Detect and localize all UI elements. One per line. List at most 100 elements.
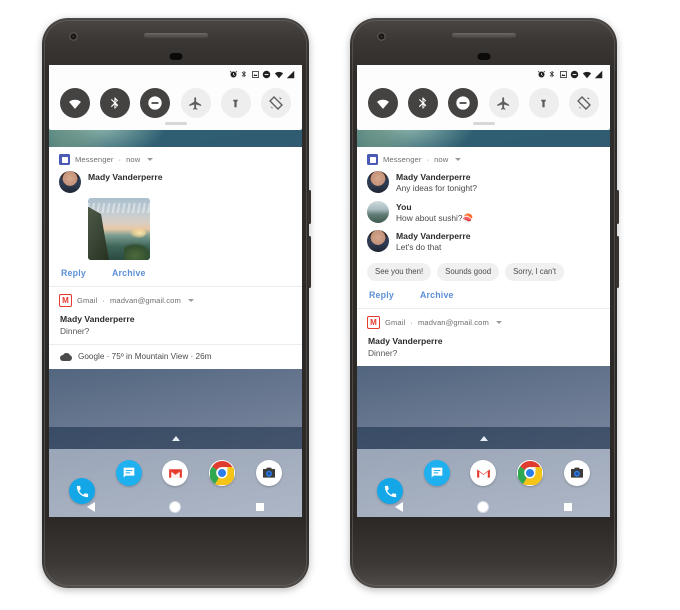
wifi-icon: [274, 71, 283, 78]
do-not-disturb-icon: [262, 70, 271, 78]
reply-button[interactable]: Reply: [61, 268, 86, 278]
chevron-down-icon[interactable]: [187, 299, 194, 302]
signal-icon: [286, 70, 295, 78]
chevron-down-icon[interactable]: [495, 320, 502, 324]
phone-left: Messenger · now Mady Vanderperre Reply A…: [42, 18, 311, 588]
notification-messenger[interactable]: Messenger · now Mady Vanderperre Reply A…: [49, 147, 302, 286]
shade-collapse-area[interactable]: [49, 427, 302, 449]
bluetooth-icon: [549, 70, 554, 77]
home-screen: [49, 427, 302, 517]
qs-tile-auto-rotate[interactable]: [260, 88, 291, 118]
message-row: Mady Vanderperre Any ideas for tonight?: [357, 168, 610, 198]
chrome-app-icon[interactable]: [209, 460, 236, 486]
status-bar: [357, 65, 610, 83]
power-button[interactable]: [616, 190, 619, 224]
app-dock: [357, 449, 610, 504]
notification-messenger[interactable]: Messenger · now Mady Vanderperre Any ide…: [357, 147, 610, 308]
front-camera-icon: [69, 32, 78, 41]
qs-tile-wifi[interactable]: [60, 88, 90, 118]
smart-reply-chip[interactable]: Sorry, I can't: [505, 262, 565, 281]
smart-reply-chip[interactable]: Sounds good: [437, 262, 500, 281]
status-bar: [49, 65, 302, 83]
qs-tile-airplane[interactable]: [488, 88, 519, 118]
volume-button[interactable]: [616, 236, 619, 288]
qs-tile-bluetooth[interactable]: [408, 88, 439, 118]
earpiece-speaker: [143, 33, 208, 38]
message-sender: Mady Vanderperre: [396, 172, 471, 182]
recents-button[interactable]: [256, 503, 265, 511]
gmail-app-icon[interactable]: [470, 460, 497, 486]
notification-shade-right: Messenger · now Mady Vanderperre Any ide…: [357, 147, 610, 366]
qs-tile-wifi[interactable]: [368, 88, 398, 118]
do-not-disturb-icon: [456, 96, 471, 110]
camera-app-icon[interactable]: [563, 460, 590, 486]
quick-settings-tiles: [357, 83, 610, 122]
messages-app-icon[interactable]: [423, 460, 450, 486]
flashlight-icon: [541, 99, 546, 107]
qs-tile-do-not-disturb[interactable]: [448, 88, 479, 118]
notification-app-name: Messenger: [75, 155, 114, 164]
notification-account: madvan@gmail.com: [109, 296, 181, 305]
home-button[interactable]: [170, 502, 181, 512]
quick-settings-panel: [49, 65, 302, 130]
signal-icon: [594, 70, 603, 78]
earpiece-speaker: [451, 33, 516, 38]
shade-drag-handle[interactable]: [164, 122, 187, 125]
notification-title: Mady Vanderperre: [368, 335, 443, 346]
quick-settings-panel: [357, 65, 610, 130]
qs-tile-do-not-disturb[interactable]: [140, 88, 171, 118]
reply-button[interactable]: Reply: [369, 290, 394, 300]
qs-tile-airplane[interactable]: [180, 88, 211, 118]
message-row: Mady Vanderperre: [49, 168, 302, 196]
do-not-disturb-icon: [570, 70, 579, 78]
notification-separator: ·: [102, 296, 105, 305]
messages-app-icon[interactable]: [115, 460, 142, 486]
notification-gmail[interactable]: Gmail · madvan@gmail.com Mady Vanderperr…: [49, 286, 302, 344]
shade-drag-handle[interactable]: [472, 122, 495, 125]
volume-button[interactable]: [308, 236, 311, 288]
power-button[interactable]: [308, 190, 311, 224]
home-button[interactable]: [478, 502, 489, 512]
qs-tile-bluetooth[interactable]: [100, 88, 131, 118]
wifi-icon: [377, 99, 389, 109]
message-sender: Mady Vanderperre: [396, 231, 471, 241]
avatar: [367, 230, 389, 252]
messenger-app-icon: [367, 154, 378, 165]
gmail-app-icon[interactable]: [162, 460, 189, 486]
smart-reply-chip[interactable]: See you then!: [367, 262, 432, 281]
gmail-app-icon: [367, 315, 380, 329]
screenshot-canvas: Messenger · now Mady Vanderperre Reply A…: [0, 0, 680, 610]
notification-separator: ·: [426, 155, 430, 164]
proximity-sensor: [169, 53, 182, 60]
chevron-down-icon[interactable]: [147, 158, 154, 161]
back-button[interactable]: [86, 502, 95, 512]
shade-collapse-area[interactable]: [357, 427, 610, 449]
archive-button[interactable]: Archive: [112, 268, 146, 278]
notification-separator: ·: [410, 317, 413, 327]
qs-tile-flashlight[interactable]: [220, 88, 251, 118]
notification-account: madvan@gmail.com: [417, 317, 489, 327]
bluetooth-icon: [111, 96, 119, 109]
qs-tile-auto-rotate[interactable]: [568, 88, 599, 118]
wifi-icon: [69, 99, 81, 109]
notification-separator: ·: [118, 155, 122, 164]
phone-screen-left: Messenger · now Mady Vanderperre Reply A…: [49, 65, 302, 517]
notification-time: now: [434, 155, 449, 164]
chrome-app-icon[interactable]: [517, 460, 544, 486]
phone-right: Messenger · now Mady Vanderperre Any ide…: [350, 18, 619, 588]
qs-tile-flashlight[interactable]: [528, 88, 559, 118]
archive-button[interactable]: Archive: [420, 290, 454, 300]
chevron-down-icon[interactable]: [455, 158, 462, 161]
camera-app-icon[interactable]: [255, 460, 282, 486]
chevron-up-icon[interactable]: [171, 435, 180, 441]
chevron-up-icon[interactable]: [479, 435, 488, 441]
bluetooth-icon: [419, 96, 427, 109]
notification-gmail[interactable]: Gmail · madvan@gmail.com Mady Vanderperr…: [357, 307, 610, 366]
messenger-app-icon: [59, 154, 70, 165]
smart-reply-chips: See you then! Sounds good Sorry, I can't: [357, 257, 610, 285]
cloud-icon: [60, 352, 72, 361]
message-photo[interactable]: [88, 198, 150, 260]
recents-button[interactable]: [564, 503, 573, 511]
notification-google[interactable]: Google · 75º in Mountain View · 26m: [49, 344, 302, 369]
back-button[interactable]: [394, 502, 403, 512]
